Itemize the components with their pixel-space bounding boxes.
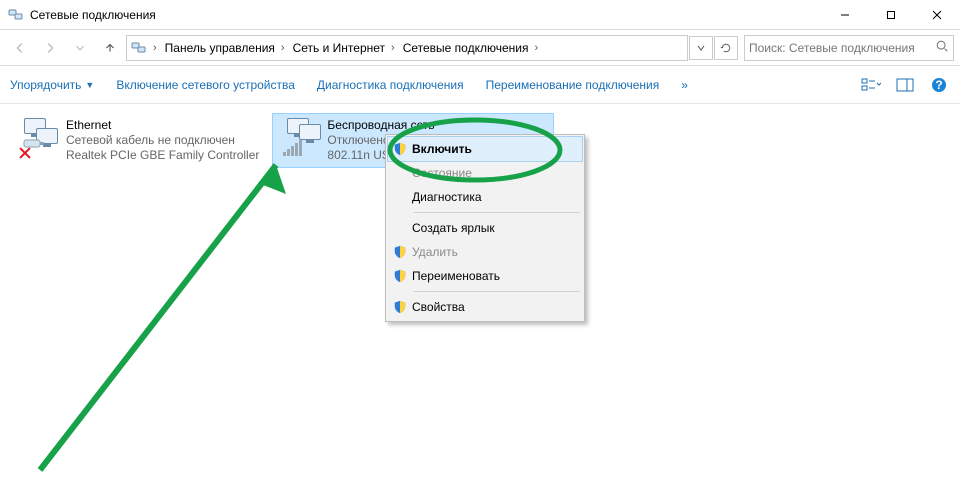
toolbar-label: Включение сетевого устройства <box>116 78 295 92</box>
ctx-label: Состояние <box>412 166 472 180</box>
chevron-right-icon: › <box>153 42 157 54</box>
nav-back-button[interactable] <box>6 34 34 62</box>
toolbar: Упорядочить ▼ Включение сетевого устройст… <box>0 66 960 104</box>
breadcrumb-label: Сетевые подключения <box>403 41 529 55</box>
enable-device-button[interactable]: Включение сетевого устройства <box>116 78 295 92</box>
refresh-button[interactable] <box>714 36 738 60</box>
window-title: Сетевые подключения <box>30 8 156 22</box>
ctx-label: Создать ярлык <box>412 221 495 235</box>
diagnose-button[interactable]: Диагностика подключения <box>317 78 464 92</box>
search-icon <box>935 39 949 56</box>
signal-bars-icon <box>283 140 302 156</box>
ctx-properties[interactable]: Свойства <box>388 295 582 319</box>
chevron-right-icon: › <box>281 42 285 54</box>
search-input[interactable] <box>749 41 933 55</box>
menu-separator <box>414 212 580 213</box>
network-icon <box>131 40 147 56</box>
breadcrumb-label: Сеть и Интернет <box>293 41 385 55</box>
nav-forward-button[interactable] <box>36 34 64 62</box>
shield-icon <box>392 244 408 260</box>
svg-text:?: ? <box>935 78 942 92</box>
help-button[interactable]: ? <box>928 76 950 94</box>
toolbar-label: Диагностика подключения <box>317 78 464 92</box>
shield-icon <box>392 268 408 284</box>
chevron-right-icon: › <box>534 42 538 54</box>
chevron-down-icon: ▼ <box>85 80 94 90</box>
nav-up-button[interactable] <box>96 34 124 62</box>
network-item-ethernet[interactable]: Ethernet Сетевой кабель не подключен Rea… <box>12 114 267 167</box>
toolbar-label: Упорядочить <box>10 78 81 92</box>
breadcrumb[interactable]: › <box>151 42 159 54</box>
preview-pane-button[interactable] <box>894 76 916 94</box>
address-bar[interactable]: › Панель управления › Сеть и Интернет › Се… <box>126 35 688 61</box>
error-x-icon <box>18 146 32 160</box>
breadcrumb[interactable]: Панель управления › <box>163 41 287 55</box>
toolbar-label: Переименование подключения <box>486 78 660 92</box>
address-history-dropdown[interactable] <box>689 36 713 60</box>
breadcrumb[interactable]: Сетевые подключения › <box>401 41 540 55</box>
view-options-button[interactable] <box>860 76 882 94</box>
breadcrumb[interactable]: Сеть и Интернет › <box>291 41 397 55</box>
organize-menu[interactable]: Упорядочить ▼ <box>10 78 94 92</box>
ctx-rename[interactable]: Переименовать <box>388 264 582 288</box>
toolbar-overflow[interactable]: » <box>681 78 688 92</box>
ctx-label: Удалить <box>412 245 458 259</box>
chevron-right-icon: › <box>391 42 395 54</box>
ctx-enable[interactable]: Включить <box>388 137 582 161</box>
wifi-icon <box>281 118 321 158</box>
ctx-delete: Удалить <box>388 240 582 264</box>
rename-button[interactable]: Переименование подключения <box>486 78 660 92</box>
shield-icon <box>392 299 408 315</box>
ctx-label: Переименовать <box>412 269 500 283</box>
ctx-diagnostics[interactable]: Диагностика <box>388 185 582 209</box>
breadcrumb-label: Панель управления <box>165 41 275 55</box>
navbar: › Панель управления › Сеть и Интернет › Се… <box>0 30 960 66</box>
minimize-button[interactable] <box>822 0 868 30</box>
search-box[interactable] <box>744 35 954 61</box>
context-menu: Включить Состояние Диагностика Создать я… <box>385 134 585 322</box>
nav-recent-dropdown[interactable] <box>66 34 94 62</box>
ctx-create-shortcut[interactable]: Создать ярлык <box>388 216 582 240</box>
shield-icon <box>392 141 408 157</box>
network-icon <box>8 7 24 23</box>
ctx-label: Диагностика <box>412 190 482 204</box>
item-status: Сетевой кабель не подключен <box>66 133 259 148</box>
ctx-label: Включить <box>412 142 472 156</box>
menu-separator <box>414 291 580 292</box>
item-name: Беспроводная сеть <box>327 118 503 133</box>
ethernet-icon <box>20 118 60 158</box>
item-name: Ethernet <box>66 118 259 133</box>
close-button[interactable] <box>914 0 960 30</box>
item-device: Realtek PCIe GBE Family Controller <box>66 148 259 163</box>
titlebar: Сетевые подключения <box>0 0 960 30</box>
ctx-label: Свойства <box>412 300 465 314</box>
maximize-button[interactable] <box>868 0 914 30</box>
ctx-status: Состояние <box>388 161 582 185</box>
